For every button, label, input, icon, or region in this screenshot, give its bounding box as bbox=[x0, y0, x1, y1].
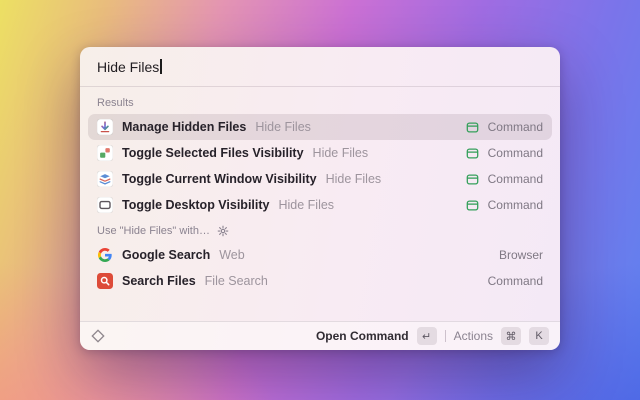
text-caret bbox=[160, 59, 162, 74]
result-title: Toggle Selected Files Visibility bbox=[122, 146, 304, 160]
result-type-label: Command bbox=[488, 274, 543, 288]
launcher-window: Hide Files Results Manage Hidden Files H… bbox=[80, 47, 560, 350]
toggle-desktop-icon bbox=[97, 197, 113, 213]
result-title: Toggle Desktop Visibility bbox=[122, 198, 269, 212]
result-row-toggle-current-window[interactable]: Toggle Current Window Visibility Hide Fi… bbox=[88, 166, 552, 192]
command-app-icon bbox=[466, 173, 479, 186]
return-key-badge: ↵ bbox=[417, 327, 437, 345]
command-app-icon bbox=[466, 147, 479, 160]
results-section-header: Results bbox=[88, 90, 552, 114]
result-row-toggle-desktop[interactable]: Toggle Desktop Visibility Hide Files Com… bbox=[88, 192, 552, 218]
result-type-label: Command bbox=[488, 120, 543, 134]
result-subtitle: Hide Files bbox=[278, 198, 334, 212]
manage-hidden-files-icon bbox=[97, 119, 113, 135]
search-bar[interactable]: Hide Files bbox=[80, 47, 560, 87]
result-type-label: Browser bbox=[499, 248, 543, 262]
search-input[interactable]: Hide Files bbox=[97, 59, 159, 75]
gear-icon[interactable] bbox=[217, 225, 229, 237]
command-app-icon bbox=[466, 199, 479, 212]
cmd-key-badge: ⌘ bbox=[501, 327, 521, 345]
results-list: Results Manage Hidden Files Hide Files C… bbox=[80, 87, 560, 321]
actions-button[interactable]: Actions bbox=[454, 329, 493, 343]
result-title: Search Files bbox=[122, 274, 196, 288]
command-app-icon bbox=[466, 121, 479, 134]
result-subtitle: Hide Files bbox=[313, 146, 369, 160]
result-title: Google Search bbox=[122, 248, 210, 262]
fallbacks-section-label: Use "Hide Files" with… bbox=[97, 225, 210, 237]
result-subtitle: Web bbox=[219, 248, 244, 262]
fallbacks-section-header: Use "Hide Files" with… bbox=[88, 218, 552, 242]
google-icon bbox=[97, 247, 113, 263]
result-type-label: Command bbox=[488, 146, 543, 160]
result-subtitle: File Search bbox=[205, 274, 268, 288]
raycast-logo-icon[interactable] bbox=[91, 329, 105, 343]
fallback-row-search-files[interactable]: Search Files File Search Command bbox=[88, 268, 552, 294]
result-row-toggle-selected-files[interactable]: Toggle Selected Files Visibility Hide Fi… bbox=[88, 140, 552, 166]
toggle-current-window-icon bbox=[97, 171, 113, 187]
result-subtitle: Hide Files bbox=[255, 120, 311, 134]
toggle-selected-files-icon bbox=[97, 145, 113, 161]
open-command-button[interactable]: Open Command bbox=[316, 329, 409, 343]
result-title: Toggle Current Window Visibility bbox=[122, 172, 317, 186]
result-type-label: Command bbox=[488, 172, 543, 186]
result-type-label: Command bbox=[488, 198, 543, 212]
result-title: Manage Hidden Files bbox=[122, 120, 246, 134]
footer-divider bbox=[445, 330, 446, 342]
k-key-badge: K bbox=[529, 327, 549, 345]
result-subtitle: Hide Files bbox=[326, 172, 382, 186]
action-bar: Open Command ↵ Actions ⌘ K bbox=[80, 321, 560, 350]
result-row-manage-hidden-files[interactable]: Manage Hidden Files Hide Files Command bbox=[88, 114, 552, 140]
fallback-row-google-search[interactable]: Google Search Web Browser bbox=[88, 242, 552, 268]
file-search-icon bbox=[97, 273, 113, 289]
results-section-label: Results bbox=[97, 97, 134, 109]
